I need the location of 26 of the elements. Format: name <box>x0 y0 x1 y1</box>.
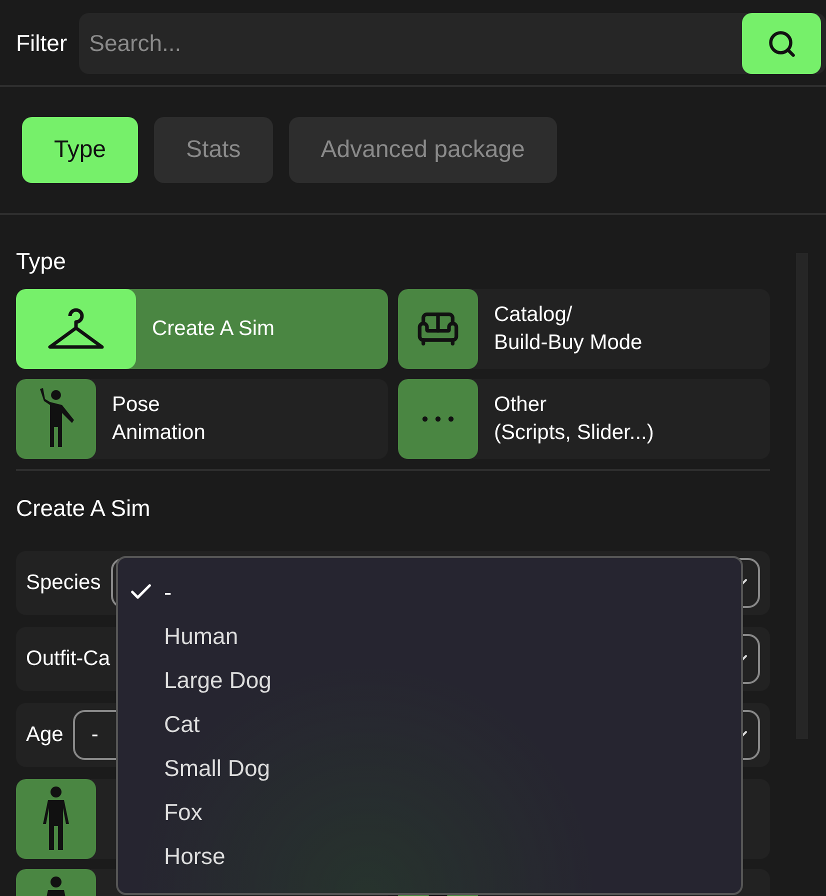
field-label: Age <box>26 723 64 747</box>
ellipsis-icon <box>422 416 454 422</box>
tab[interactable]: Type <box>22 117 138 183</box>
search-field[interactable]: Search... <box>79 13 826 74</box>
section-heading: Type <box>16 247 67 276</box>
menu-item[interactable]: Cat <box>118 702 741 746</box>
menu-item[interactable]: - <box>118 570 741 614</box>
person-icon <box>41 786 71 852</box>
type-option[interactable]: Other (Scripts, Slider...) <box>398 379 770 459</box>
search-icon <box>766 28 796 58</box>
menu-item[interactable]: Human <box>118 614 741 658</box>
menu-item[interactable]: Fox <box>118 790 741 834</box>
type-option[interactable]: Catalog/ Build-Buy Mode <box>398 289 770 369</box>
hanger-icon <box>46 307 106 351</box>
tab[interactable]: Advanced package <box>288 117 557 183</box>
filter-label: Filter <box>16 30 68 57</box>
type-option[interactable]: Pose Animation <box>16 379 388 459</box>
section-heading: Create A Sim <box>16 494 152 523</box>
search-button[interactable] <box>742 13 821 74</box>
menu-item[interactable]: Horse <box>118 834 741 878</box>
type-option[interactable]: Create A Sim <box>16 289 388 369</box>
menu-item[interactable]: Large Dog <box>118 658 741 702</box>
field-label: Species <box>26 571 101 595</box>
menu-item[interactable]: Small Dog <box>118 746 741 790</box>
field-label: Outfit-Ca <box>26 647 110 671</box>
tab[interactable]: Stats <box>154 117 273 183</box>
